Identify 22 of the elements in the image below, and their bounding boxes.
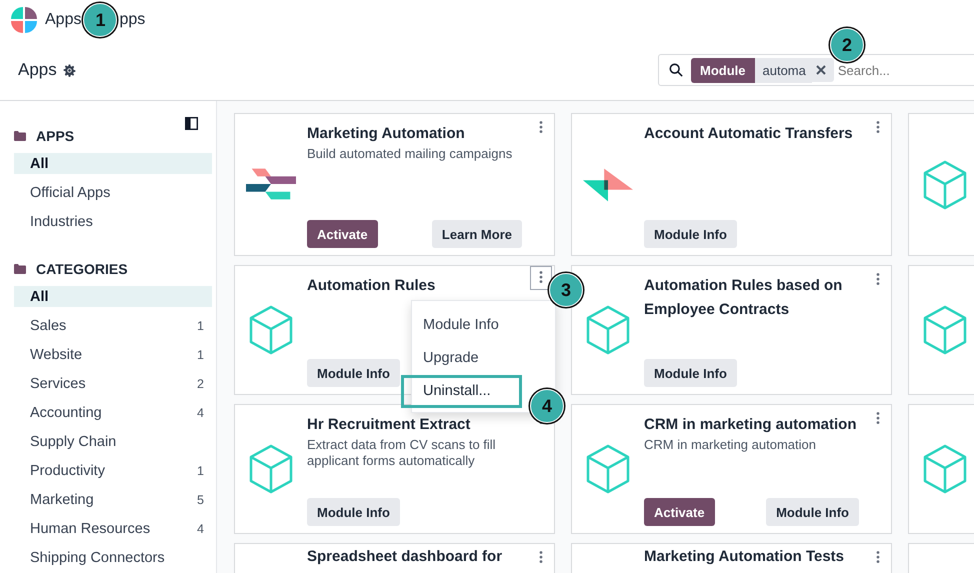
page-title: Apps [18,60,57,80]
module-description: CRM in marketing automation [644,437,817,453]
annotation-badge: 3 [549,273,583,307]
facet-label: Module [691,58,754,82]
facet-value: automa [754,58,812,82]
section-title: CATEGORIES [36,261,128,277]
annotation-badge: 2 [830,28,864,62]
app-title: Apps [45,11,82,29]
module-title: Spreadsheet dashboard for [307,547,504,567]
module-title: Account Automatic Transfers [644,124,854,144]
module-title: CRM in marketing automation [644,415,858,435]
section-title: APPS [36,128,74,144]
app-title: pps [119,11,146,29]
module-title: Automation Rules [307,276,436,296]
module-title: Automation Rules based on Employee Contracts [644,276,844,320]
module-description: Build automated mailing campaigns [307,146,514,162]
module-title: Marketing Automation [307,124,466,144]
module-title: Hr Recruitment Extract [307,415,472,435]
annotation-badge: 4 [530,389,564,423]
module-title: Marketing Automation Tests [644,547,846,567]
annotation-badge: 1 [83,3,118,37]
module-description: Extract data from CV scans to fill applicant forms automatically [307,437,497,469]
